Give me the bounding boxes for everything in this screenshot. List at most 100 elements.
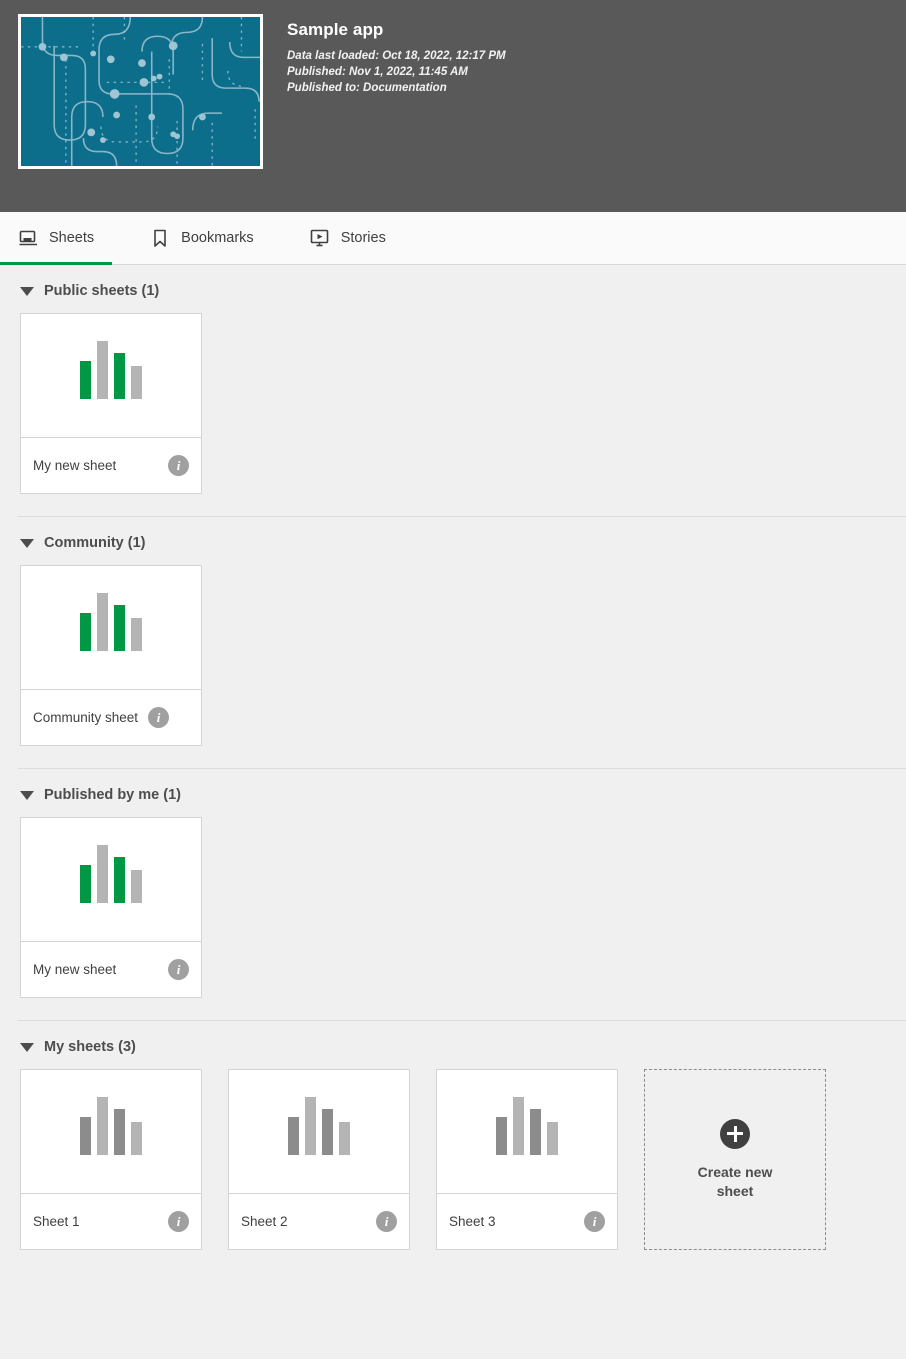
thumbnail-bar: [114, 353, 125, 399]
sheet-card-row: Community sheet i: [0, 565, 906, 768]
tab-sheets-label: Sheets: [49, 230, 95, 246]
thumbnail-bar-chart: [80, 845, 142, 903]
app-thumbnail-pattern: [21, 17, 260, 166]
info-icon[interactable]: i: [168, 1211, 189, 1232]
sheet-thumbnail: [21, 818, 201, 942]
published-to-text: Published to: Documentation: [287, 82, 447, 95]
sheet-name-label: Sheet 1: [33, 1214, 80, 1229]
thumbnail-bar: [80, 361, 91, 399]
tab-stories[interactable]: Stories: [310, 212, 408, 265]
sheet-card[interactable]: Community sheet i: [20, 565, 202, 746]
sheet-card[interactable]: Sheet 3 i: [436, 1069, 618, 1250]
data-last-loaded-text: Data last loaded: Oct 18, 2022, 12:17 PM: [287, 50, 506, 63]
thumbnail-bar: [97, 845, 108, 903]
sheet-thumbnail: [21, 1070, 201, 1194]
sheet-card-footer: My new sheet i: [21, 438, 201, 493]
chevron-down-icon[interactable]: [20, 538, 34, 548]
sheets-content: Public sheets (1) My new sheet i Community …: [0, 265, 906, 1272]
sheet-name-label: Community sheet: [33, 710, 139, 725]
sheet-icon: [18, 228, 38, 248]
sheet-card-row: My new sheet i: [0, 313, 906, 516]
section-header-toggle[interactable]: Public sheets (1): [0, 265, 906, 313]
plus-icon: [720, 1118, 750, 1149]
section-header-toggle[interactable]: My sheets (3): [0, 1021, 906, 1069]
info-icon[interactable]: i: [168, 959, 189, 980]
sheet-card-footer: Sheet 3 i: [437, 1194, 617, 1249]
thumbnail-bar: [80, 613, 91, 651]
sheet-card-row: My new sheet i: [0, 817, 906, 1020]
section-title: Community (1): [44, 535, 146, 551]
sheet-name-label: Sheet 3: [449, 1214, 496, 1229]
sheet-card[interactable]: Sheet 1 i: [20, 1069, 202, 1250]
thumbnail-bar-chart: [80, 593, 142, 651]
sheet-card[interactable]: My new sheet i: [20, 313, 202, 494]
thumbnail-bar: [97, 341, 108, 399]
sheet-name-label: My new sheet: [33, 962, 117, 977]
chevron-down-icon[interactable]: [20, 1042, 34, 1052]
bookmark-icon: [150, 228, 170, 248]
info-icon[interactable]: i: [148, 707, 170, 728]
thumbnail-bar: [131, 1122, 142, 1155]
tab-bar: Sheets Bookmarks Stories: [0, 212, 906, 265]
thumbnail-bar: [131, 366, 142, 399]
thumbnail-bar-chart: [496, 1097, 558, 1155]
thumbnail-bar: [131, 618, 142, 651]
sheet-card-footer: Sheet 2 i: [229, 1194, 409, 1249]
section-title: My sheets (3): [44, 1039, 136, 1055]
thumbnail-bar: [547, 1122, 558, 1155]
sheet-card-row: Sheet 1 i Sheet 2 i Sheet 3 i Create new sheet: [0, 1069, 906, 1272]
tab-sheets[interactable]: Sheets: [0, 212, 116, 265]
sheet-section: Published by me (1) My new sheet i: [0, 768, 906, 1020]
sheet-name-label: My new sheet: [33, 458, 117, 473]
thumbnail-bar: [496, 1117, 507, 1155]
sheet-card[interactable]: My new sheet i: [20, 817, 202, 998]
sheet-thumbnail: [21, 566, 201, 690]
section-header-toggle[interactable]: Published by me (1): [0, 769, 906, 817]
sheet-thumbnail: [21, 314, 201, 438]
thumbnail-bar: [80, 865, 91, 903]
section-header-toggle[interactable]: Community (1): [0, 517, 906, 565]
thumbnail-bar-chart: [288, 1097, 350, 1155]
published-text: Published: Nov 1, 2022, 11:45 AM: [287, 66, 468, 79]
thumbnail-bar: [97, 593, 108, 651]
thumbnail-bar: [305, 1097, 316, 1155]
thumbnail-bar: [114, 1109, 125, 1155]
sheet-section: Public sheets (1) My new sheet i: [0, 265, 906, 516]
info-icon[interactable]: i: [584, 1211, 605, 1232]
chevron-down-icon[interactable]: [20, 286, 34, 296]
thumbnail-bar-chart: [80, 341, 142, 399]
section-title: Published by me (1): [44, 787, 181, 803]
sheet-card-footer: Community sheet i: [21, 690, 201, 745]
sheet-section: My sheets (3) Sheet 1 i Sheet 2 i Sheet 3 i Cre…: [0, 1020, 906, 1272]
app-thumbnail: [18, 14, 263, 169]
thumbnail-bar-chart: [80, 1097, 142, 1155]
tab-bookmarks-label: Bookmarks: [181, 230, 254, 246]
thumbnail-bar: [339, 1122, 350, 1155]
thumbnail-bar: [114, 857, 125, 903]
tab-bookmarks[interactable]: Bookmarks: [150, 212, 276, 265]
thumbnail-bar: [114, 605, 125, 651]
thumbnail-bar: [530, 1109, 541, 1155]
thumbnail-bar: [131, 870, 142, 903]
tab-stories-label: Stories: [340, 230, 386, 246]
sheet-section: Community (1) Community sheet i: [0, 516, 906, 768]
sheet-card-footer: My new sheet i: [21, 942, 201, 997]
thumbnail-bar: [97, 1097, 108, 1155]
sheet-card[interactable]: Sheet 2 i: [228, 1069, 410, 1250]
thumbnail-bar: [288, 1117, 299, 1155]
app-meta: Sample app Data last loaded: Oct 18, 202…: [287, 14, 506, 96]
story-icon: [310, 228, 330, 248]
create-new-sheet-button[interactable]: Create new sheet: [644, 1069, 826, 1250]
section-title: Public sheets (1): [44, 283, 160, 299]
chevron-down-icon[interactable]: [20, 790, 34, 800]
sheet-card-footer: Sheet 1 i: [21, 1194, 201, 1249]
sheet-name-label: Sheet 2: [241, 1214, 288, 1229]
info-icon[interactable]: i: [168, 455, 189, 476]
app-header: Sample app Data last loaded: Oct 18, 202…: [0, 0, 906, 212]
create-new-sheet-label: Create new sheet: [697, 1163, 773, 1199]
page-title: Sample app: [287, 20, 384, 39]
thumbnail-bar: [322, 1109, 333, 1155]
thumbnail-bar: [80, 1117, 91, 1155]
sheet-thumbnail: [437, 1070, 617, 1194]
info-icon[interactable]: i: [376, 1211, 397, 1232]
